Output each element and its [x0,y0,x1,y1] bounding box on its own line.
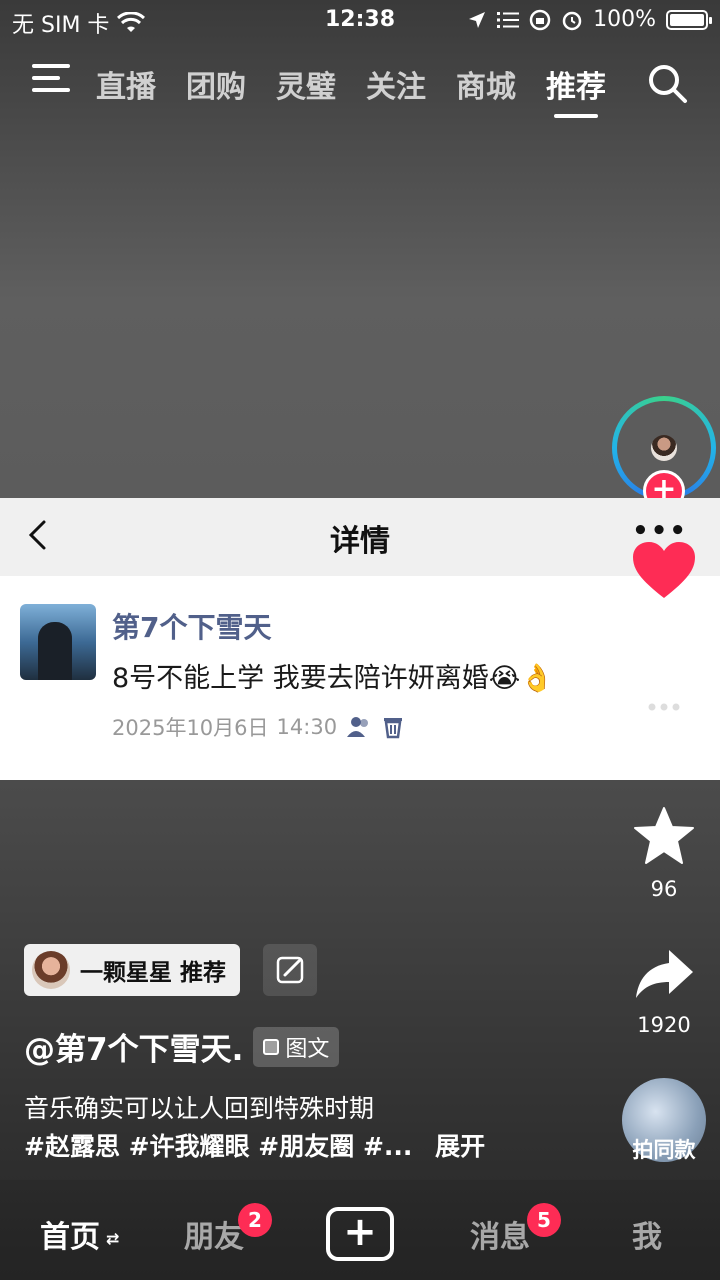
nav-friends[interactable]: 朋友 [184,1212,244,1256]
location-arrow-icon [469,11,486,28]
battery-percent: 100% [593,7,656,32]
type-badge: 图文 [253,1026,340,1067]
recommend-chip[interactable]: 一颗星星 推荐 [24,944,241,996]
top-nav: 直播 团购 灵璧 关注 商城 推荐 [0,52,720,122]
friends-badge: 2 [238,1203,272,1237]
recommend-label: 一颗星星 推荐 [80,960,227,986]
like-count: 9005 [637,611,691,635]
nav-home-label: 首页 [40,1220,100,1255]
detail-header: 详情 ••• [0,498,720,576]
like-action[interactable]: 9005 [628,540,700,635]
share-icon[interactable] [633,946,695,1002]
post-date: 2025年10月6日 [112,716,269,740]
post-author[interactable]: 第7个下雪天 [112,606,271,646]
search-icon[interactable] [646,62,688,104]
caption-text: 音乐确实可以让人回到特殊时期 [24,1094,375,1123]
post-meta: 2025年10月6日 14:30 [112,712,405,742]
tab-local[interactable]: 灵璧 [276,62,336,106]
tab-recommend[interactable]: 推荐 [546,62,606,118]
share-count: 1920 [637,1013,691,1037]
post-time: 14:30 [276,715,338,739]
nav-messages[interactable]: 消息 [470,1212,530,1256]
favorite-count: 96 [650,877,678,901]
comment-count: 358 [643,749,685,773]
heart-icon[interactable] [631,540,697,600]
share-action[interactable]: 1920 [628,946,700,1037]
tab-live[interactable]: 直播 [96,62,156,106]
star-icon[interactable] [633,806,695,866]
visibility-friends-icon[interactable] [345,715,373,739]
nav-home[interactable]: 首页 ⇄ [40,1212,119,1256]
detail-post: 第7个下雪天 8号不能上学 我要去陪许妍离婚😭👌 2025年10月6日 14:3… [0,576,720,780]
video-caption: 音乐确实可以让人回到特殊时期 #赵露思 #许我耀眼 #朋友圈 #... 展开 [24,1090,485,1166]
alarm-icon [562,11,582,30]
nav-me[interactable]: 我 [632,1212,662,1256]
favorite-action[interactable]: 96 [628,806,700,901]
recommender-avatar [32,951,70,989]
expand-link[interactable]: 展开 [435,1132,485,1161]
comment-icon[interactable] [631,680,697,738]
image-text-icon [263,1038,280,1055]
tab-group-buy[interactable]: 团购 [186,62,246,106]
create-button[interactable]: + [326,1207,394,1261]
comment-action[interactable]: 358 [628,680,700,773]
music-label[interactable]: 拍同款 [606,1134,720,1164]
detail-title: 详情 [330,524,390,559]
rotation-lock-icon [529,9,551,30]
caption-tags: #赵露思 #许我耀眼 #朋友圈 #... 展开 [24,1128,485,1166]
edit-button[interactable] [263,944,317,996]
post-text: 8号不能上学 我要去陪许妍离婚😭👌 [112,663,554,694]
edit-icon [276,956,304,984]
trash-icon[interactable] [381,715,405,739]
video-author: @第7个下雪天. 图文 [24,1024,340,1069]
status-bar: 无 SIM 卡 12:38 100% [0,0,720,40]
switch-icon: ⇄ [106,1229,120,1248]
messages-badge: 5 [527,1203,561,1237]
battery-icon [666,9,712,30]
menu-icon[interactable] [32,64,72,98]
tab-mall[interactable]: 商城 [456,62,516,106]
list-icon [497,11,520,28]
top-tabs: 直播 团购 灵璧 关注 商城 推荐 [96,62,606,118]
video-author-name[interactable]: @第7个下雪天. [24,1024,243,1069]
type-badge-label: 图文 [285,1036,330,1062]
hashtags[interactable]: #赵露思 #许我耀眼 #朋友圈 #... [24,1132,412,1161]
post-avatar[interactable] [20,604,96,680]
tab-following[interactable]: 关注 [366,62,426,106]
